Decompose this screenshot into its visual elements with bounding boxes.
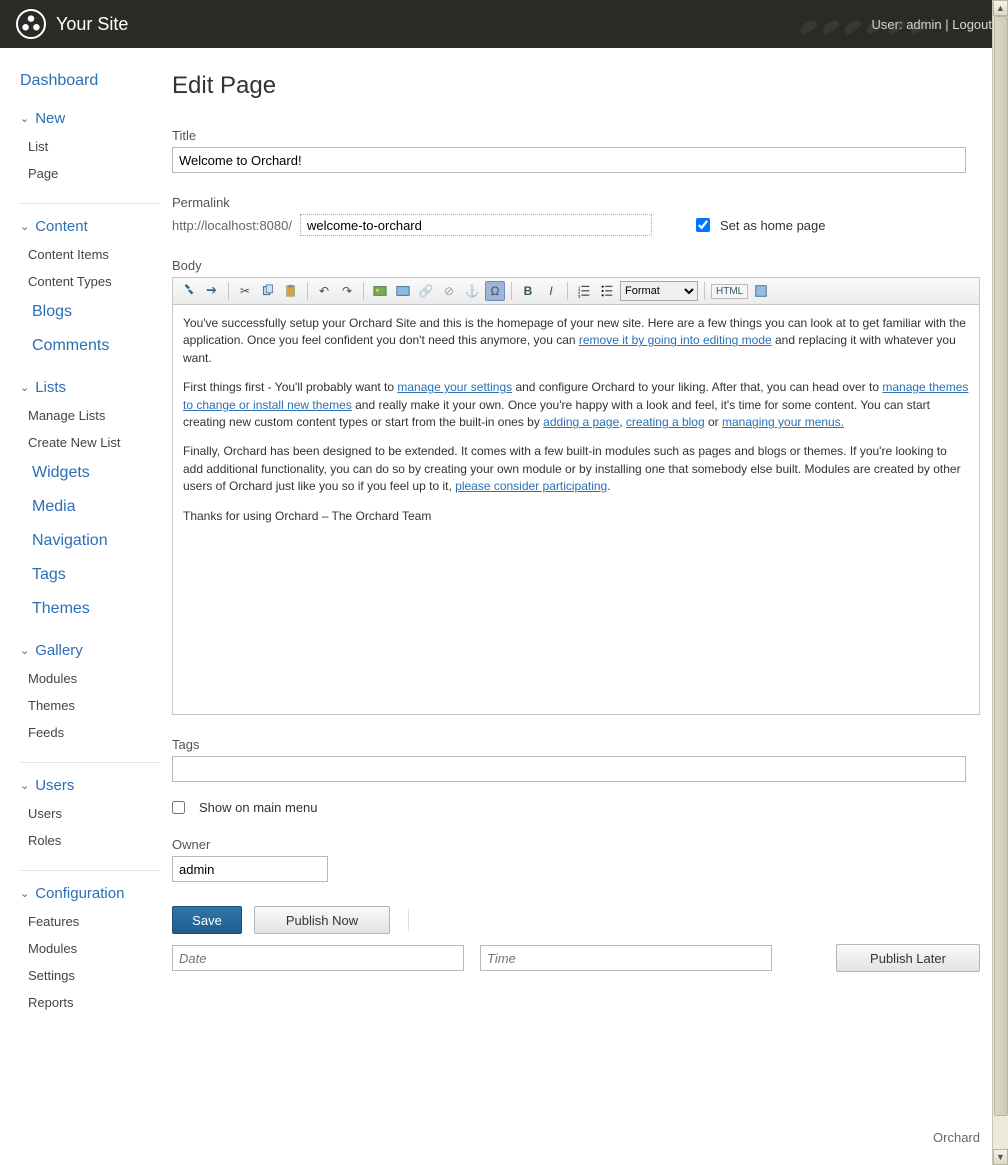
chevron-down-icon: ⌄ <box>20 779 29 792</box>
body-link-participate[interactable]: please consider participating <box>455 479 607 493</box>
nav-section-content[interactable]: ⌄Content <box>20 218 160 235</box>
chevron-down-icon: ⌄ <box>20 112 29 125</box>
chevron-down-icon: ⌄ <box>20 381 29 394</box>
bold-icon[interactable]: B <box>518 281 538 301</box>
nav-section-users[interactable]: ⌄Users <box>20 777 160 794</box>
nav-navigation[interactable]: Navigation <box>20 524 160 558</box>
homepage-checkbox[interactable] <box>696 218 710 232</box>
scroll-up-icon[interactable]: ▲ <box>993 0 1008 16</box>
body-link-add-page[interactable]: adding a page <box>543 415 619 429</box>
nav-manage-lists[interactable]: Manage Lists <box>20 402 160 429</box>
slug-input[interactable] <box>300 214 652 236</box>
dashboard-link[interactable]: Dashboard <box>20 72 160 90</box>
replace-icon[interactable] <box>202 281 222 301</box>
nav-gallery-feeds[interactable]: Feeds <box>20 719 160 746</box>
nav-users[interactable]: Users <box>20 800 160 827</box>
chevron-down-icon: ⌄ <box>20 644 29 657</box>
nav-settings[interactable]: Settings <box>20 962 160 989</box>
nav-comments[interactable]: Comments <box>20 329 160 363</box>
time-input[interactable] <box>480 945 772 971</box>
cut-icon[interactable]: ✂ <box>235 281 255 301</box>
body-link-settings[interactable]: manage your settings <box>397 380 512 394</box>
tags-input[interactable] <box>172 756 966 782</box>
nav-gallery-modules[interactable]: Modules <box>20 665 160 692</box>
unordered-list-icon[interactable] <box>597 281 617 301</box>
italic-icon[interactable]: I <box>541 281 561 301</box>
nav-roles[interactable]: Roles <box>20 827 160 854</box>
body-link-menus[interactable]: managing your menus. <box>722 415 844 429</box>
link-icon[interactable]: 🔗 <box>416 281 436 301</box>
svg-text:3: 3 <box>578 294 581 298</box>
nav-features[interactable]: Features <box>20 908 160 935</box>
copy-icon[interactable] <box>258 281 278 301</box>
unlink-icon[interactable]: ⊘ <box>439 281 459 301</box>
permalink-prefix: http://localhost:8080/ <box>172 218 292 233</box>
homepage-checkbox-label[interactable]: Set as home page <box>696 218 826 233</box>
brand[interactable]: Your Site <box>16 9 128 39</box>
undo-icon[interactable]: ↶ <box>314 281 334 301</box>
show-menu-label[interactable]: Show on main menu <box>172 800 980 815</box>
redo-icon[interactable]: ↷ <box>337 281 357 301</box>
media-icon[interactable] <box>393 281 413 301</box>
sidebar: Dashboard ⌄New List Page ⌄Content Conten… <box>0 48 172 1016</box>
nav-new-page[interactable]: Page <box>20 160 160 187</box>
nav-reports[interactable]: Reports <box>20 989 160 1016</box>
chevron-down-icon: ⌄ <box>20 220 29 233</box>
nav-section-gallery[interactable]: ⌄Gallery <box>20 642 160 659</box>
nav-media[interactable]: Media <box>20 490 160 524</box>
special-char-icon[interactable]: Ω <box>485 281 505 301</box>
top-bar: Your Site User: admin | Logout <box>0 0 1008 48</box>
title-label: Title <box>172 128 980 143</box>
main-content: Edit Page Title Permalink http://localho… <box>172 48 1008 1016</box>
header-decoration <box>798 20 968 50</box>
show-menu-checkbox[interactable] <box>172 801 185 814</box>
fullscreen-icon[interactable] <box>751 281 771 301</box>
date-input[interactable] <box>172 945 464 971</box>
body-editor[interactable]: You've successfully setup your Orchard S… <box>172 305 980 715</box>
vertical-scrollbar[interactable]: ▲ ▼ <box>992 0 1008 1165</box>
save-button[interactable]: Save <box>172 906 242 934</box>
publish-now-button[interactable]: Publish Now <box>254 906 390 934</box>
scroll-down-icon[interactable]: ▼ <box>993 1149 1008 1165</box>
editor-toolbar: ✂ ↶ ↷ 🔗 ⊘ ⚓ Ω B I 123 Format <box>172 277 980 305</box>
nav-blogs[interactable]: Blogs <box>20 295 160 329</box>
html-button[interactable]: HTML <box>711 284 748 299</box>
owner-label: Owner <box>172 837 980 852</box>
page-title: Edit Page <box>172 72 980 100</box>
chevron-down-icon: ⌄ <box>20 887 29 900</box>
logo-icon <box>16 9 46 39</box>
nav-widgets[interactable]: Widgets <box>20 456 160 490</box>
body-label: Body <box>172 258 980 273</box>
scroll-thumb[interactable] <box>994 16 1008 1116</box>
nav-gallery-themes[interactable]: Themes <box>20 692 160 719</box>
nav-themes[interactable]: Themes <box>20 592 160 626</box>
owner-input[interactable] <box>172 856 328 882</box>
nav-tags[interactable]: Tags <box>20 558 160 592</box>
anchor-icon[interactable]: ⚓ <box>462 281 482 301</box>
title-input[interactable] <box>172 147 966 173</box>
nav-section-new[interactable]: ⌄New <box>20 110 160 127</box>
site-name: Your Site <box>56 14 128 35</box>
homepage-text: Set as home page <box>720 218 826 233</box>
find-icon[interactable] <box>179 281 199 301</box>
nav-new-list[interactable]: List <box>20 133 160 160</box>
image-icon[interactable] <box>370 281 390 301</box>
ordered-list-icon[interactable]: 123 <box>574 281 594 301</box>
tags-label: Tags <box>172 737 980 752</box>
footer-text: Orchard <box>933 1130 980 1145</box>
paste-icon[interactable] <box>281 281 301 301</box>
body-link-remove[interactable]: remove it by going into editing mode <box>579 333 772 347</box>
nav-create-list[interactable]: Create New List <box>20 429 160 456</box>
button-separator <box>408 909 409 931</box>
permalink-label: Permalink <box>172 195 980 210</box>
body-link-blog[interactable]: creating a blog <box>626 415 705 429</box>
nav-content-types[interactable]: Content Types <box>20 268 160 295</box>
nav-modules[interactable]: Modules <box>20 935 160 962</box>
nav-content-items[interactable]: Content Items <box>20 241 160 268</box>
format-select[interactable]: Format <box>620 281 698 301</box>
nav-section-lists[interactable]: ⌄Lists <box>20 379 160 396</box>
publish-later-button[interactable]: Publish Later <box>836 944 980 972</box>
nav-section-config[interactable]: ⌄Configuration <box>20 885 160 902</box>
